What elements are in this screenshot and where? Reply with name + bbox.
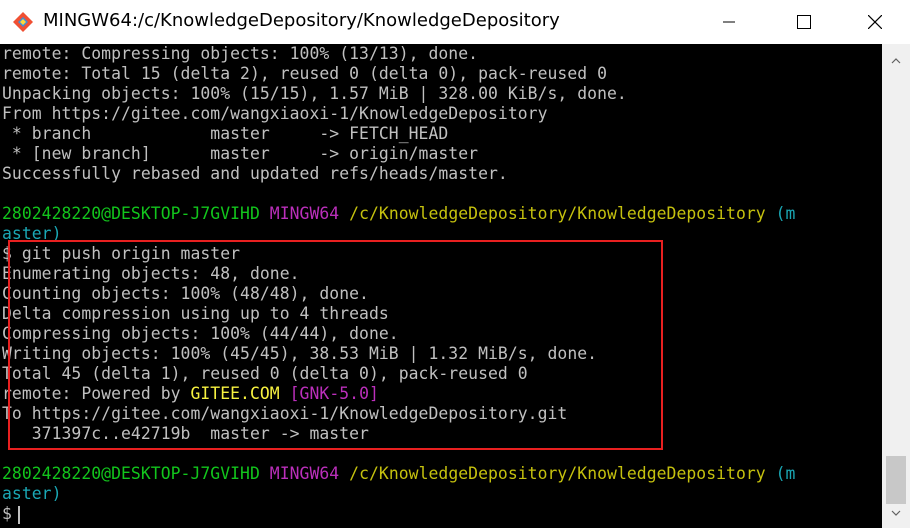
prompt-branch-wrap: aster) [2,224,62,243]
remote-powered-line: remote: Powered by GITEE.COM [GNK-5.0] [2,384,379,404]
vertical-scrollbar[interactable] [882,44,910,528]
input-line[interactable]: $ [2,504,20,524]
prompt-user: 2802428220@DESKTOP-J7GVIHD [2,204,260,223]
prompt-line: 2802428220@DESKTOP-J7GVIHD MINGW64 /c/Kn… [2,204,795,224]
minimize-icon [723,21,735,23]
output-line: Writing objects: 100% (45/45), 38.53 MiB… [2,344,598,363]
window-title: MINGW64:/c/KnowledgeDepository/Knowledge… [43,10,560,31]
close-button[interactable] [845,0,905,44]
output-line: remote: Total 15 (delta 2), reused 0 (de… [2,64,607,83]
prompt-path: /c/KnowledgeDepository/KnowledgeDeposito… [349,464,766,483]
prompt-branch: (m [775,464,796,483]
prompt-env: MINGW64 [269,464,340,483]
push-target-line: To https://gitee.com/wangxiaoxi-1/Knowle… [2,404,568,423]
output-line: Total 45 (delta 1), reused 0 (delta 0), … [2,364,528,383]
terminal-window: MINGW64:/c/KnowledgeDepository/Knowledge… [0,0,910,528]
push-ref-line: 371397c..e42719b master -> master [2,424,369,443]
output-line: Counting objects: 100% (48/48), done. [2,284,369,303]
title-bar[interactable]: MINGW64:/c/KnowledgeDepository/Knowledge… [0,0,910,44]
output-line: * branch master -> FETCH_HEAD [2,124,449,143]
prompt-path: /c/KnowledgeDepository/KnowledgeDeposito… [349,204,766,223]
prompt-branch: (m [775,204,796,223]
prompt-user: 2802428220@DESKTOP-J7GVIHD [2,464,260,483]
git-bash-icon [12,11,34,33]
input-prompt: $ [2,504,12,523]
prompt-env: MINGW64 [269,204,340,223]
terminal-output[interactable]: remote: Compressing objects: 100% (13/13… [0,44,882,528]
output-line: * [new branch] master -> origin/master [2,144,479,163]
output-line: remote: Compressing objects: 100% (13/13… [2,44,479,63]
text-cursor [17,505,20,524]
output-line: From https://gitee.com/wangxiaoxi-1/Know… [2,104,548,123]
output-line: Successfully rebased and updated refs/he… [2,164,508,183]
minimize-button[interactable] [699,0,759,44]
prompt-line: 2802428220@DESKTOP-J7GVIHD MINGW64 /c/Kn… [2,464,795,484]
scrollbar-thumb[interactable] [886,456,906,504]
remote-prefix: remote: Powered by [2,384,191,403]
close-icon [868,15,882,29]
maximize-button[interactable] [774,0,834,44]
output-line: Delta compression using up to 4 threads [2,304,389,323]
maximize-icon [797,15,811,29]
output-line: Unpacking objects: 100% (15/15), 1.57 Mi… [2,84,627,103]
gitee-brand: GITEE.COM [190,384,280,403]
output-line: Enumerating objects: 48, done. [2,264,300,283]
output-line: Compressing objects: 100% (44/44), done. [2,324,399,343]
prompt-branch-wrap: aster) [2,484,62,503]
scroll-down-arrow-icon[interactable] [891,510,901,516]
gnk-version: [GNK-5.0] [289,384,379,403]
command-line: $ git push origin master [2,244,241,263]
scroll-up-arrow-icon[interactable] [891,58,901,64]
